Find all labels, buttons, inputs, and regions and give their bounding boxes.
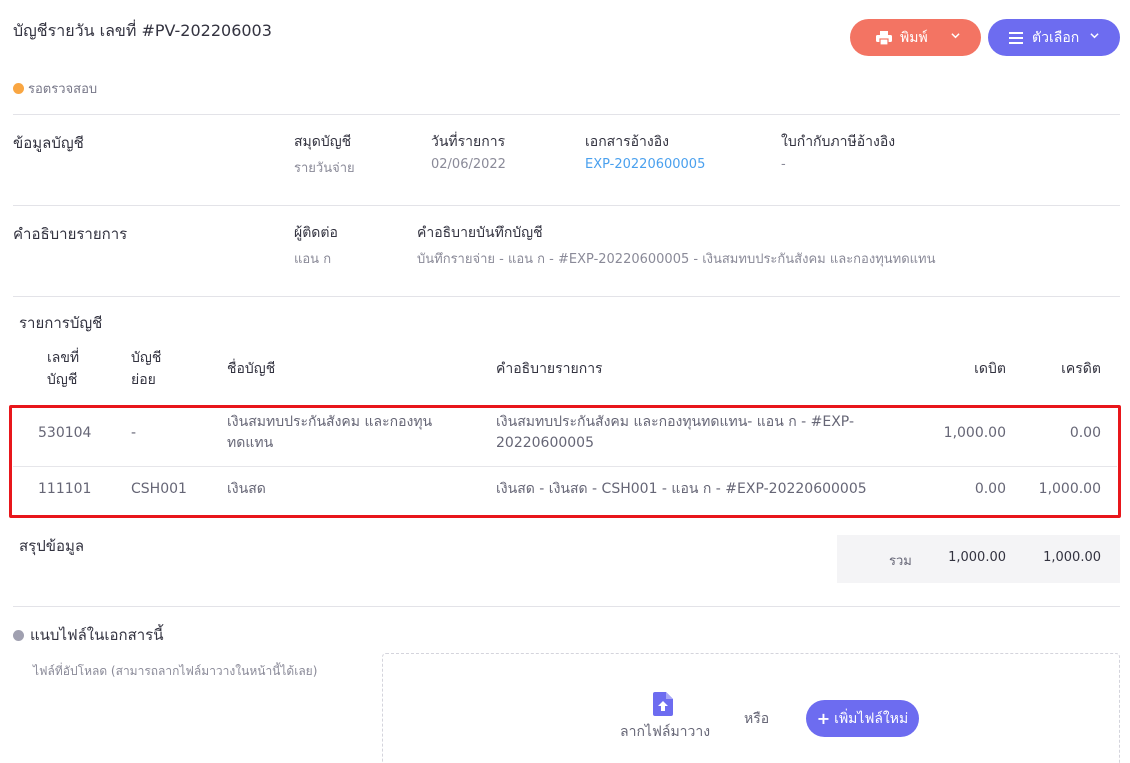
summary-box: รวม 1,000.00 1,000.00 <box>837 535 1120 583</box>
contact-field: ผู้ติดต่อ แอน ก <box>294 222 338 269</box>
ref-doc-field: เอกสารอ้างอิง EXP-20220600005 <box>585 131 705 172</box>
total-label: รวม <box>889 554 912 569</box>
date-value: 02/06/2022 <box>431 157 506 172</box>
date-label: วันที่รายการ <box>431 134 506 150</box>
memo-value: บันทึกรายจ่าย - แอน ก - #EXP-20220600005… <box>417 252 936 267</box>
print-button[interactable]: พิมพ์ <box>850 19 981 56</box>
summary-title: สรุปข้อมูล <box>19 537 85 555</box>
account-info-label: ข้อมูลบัญชี <box>13 134 84 152</box>
drag-label: ลากไฟล์มาวาง <box>620 724 711 740</box>
contact-label: ผู้ติดต่อ <box>294 225 338 241</box>
journal-value: รายวันจ่าย <box>294 161 355 176</box>
page-title: บัญชีรายวัน เลขที่ #PV-202206003 <box>13 21 272 40</box>
col-account-no: เลขที่ บัญชี <box>47 350 80 388</box>
journal-label: สมุดบัญชี <box>294 134 352 150</box>
total-credit: 1,000.00 <box>1043 550 1101 565</box>
divider <box>13 296 1120 297</box>
attachments-dot <box>13 629 24 641</box>
file-upload-icon <box>653 692 673 716</box>
contact-value: แอน ก <box>294 252 332 267</box>
add-file-button[interactable]: + เพิ่มไฟล์ใหม่ <box>806 700 919 737</box>
menu-icon <box>1008 31 1024 45</box>
col-debit: เดบิต <box>974 361 1006 377</box>
upload-note: ไฟล์ที่อัปโหลด (สามารถลากไฟล์มาวางในหน้า… <box>33 664 318 678</box>
print-label: พิมพ์ <box>900 29 928 46</box>
options-button[interactable]: ตัวเลือก <box>988 19 1120 56</box>
chevron-down-icon <box>951 33 960 39</box>
status-badge: รอตรวจสอบ <box>13 78 97 99</box>
description-label: คำอธิบายรายการ <box>13 225 128 243</box>
col-sub-account: บัญชี ย่อย <box>131 350 162 388</box>
printer-icon <box>876 30 892 45</box>
tax-invoice-field: ใบกำกับภาษีอ้างอิง - <box>781 131 895 172</box>
attachments-title-text: แนบไฟล์ในเอกสารนี้ <box>30 626 164 644</box>
or-label: หรือ <box>744 711 770 727</box>
ref-doc-link[interactable]: EXP-20220600005 <box>585 157 705 172</box>
ref-doc-label: เอกสารอ้างอิง <box>585 134 669 150</box>
tax-invoice-label: ใบกำกับภาษีอ้างอิง <box>781 134 896 150</box>
attachments-title: แนบไฟล์ในเอกสารนี้ <box>13 623 163 647</box>
memo-field: คำอธิบายบันทึกบัญชี บันทึกรายจ่าย - แอน … <box>417 222 936 269</box>
divider <box>13 606 1120 607</box>
memo-label: คำอธิบายบันทึกบัญชี <box>417 225 543 241</box>
total-debit: 1,000.00 <box>948 550 1006 565</box>
col-credit: เครดิต <box>1061 361 1101 377</box>
date-field: วันที่รายการ 02/06/2022 <box>431 131 506 172</box>
divider <box>13 205 1120 206</box>
divider <box>13 114 1120 115</box>
col-account-name: ชื่อบัญชี <box>227 361 276 377</box>
rows-highlight <box>9 405 1121 518</box>
status-dot <box>13 83 24 94</box>
add-file-label: เพิ่มไฟล์ใหม่ <box>834 710 909 727</box>
tax-invoice-value: - <box>781 157 786 172</box>
entries-title: รายการบัญชี <box>19 314 103 332</box>
status-text: รอตรวจสอบ <box>28 82 98 97</box>
options-label: ตัวเลือก <box>1032 29 1080 46</box>
col-description: คำอธิบายรายการ <box>496 361 603 377</box>
plus-icon: + <box>816 709 831 728</box>
chevron-down-icon <box>1090 33 1099 39</box>
journal-field: สมุดบัญชี รายวันจ่าย <box>294 131 355 178</box>
